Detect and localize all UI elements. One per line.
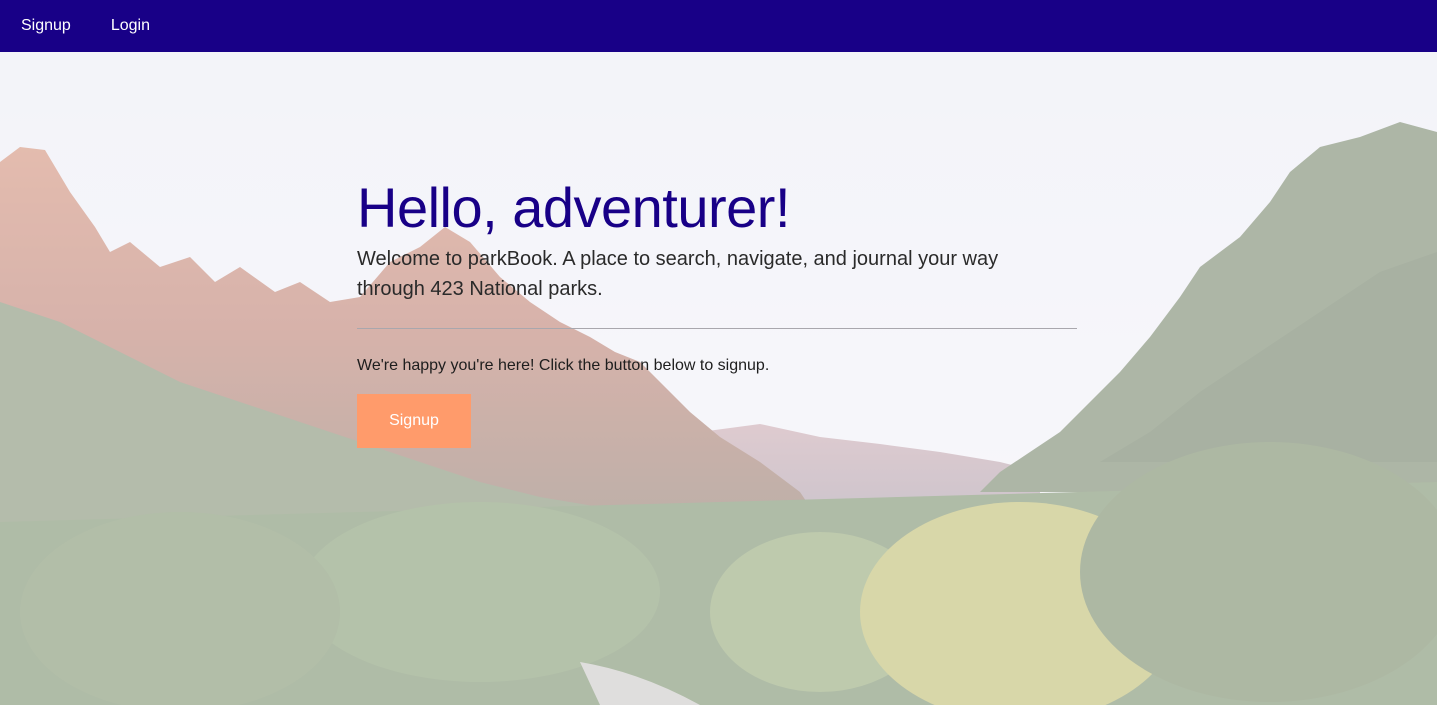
nav-link-login[interactable]: Login [111,17,150,35]
divider [357,328,1077,329]
signup-button[interactable]: Signup [357,394,471,448]
signup-prompt-text: We're happy you're here! Click the butto… [357,357,770,374]
welcome-jumbotron: Hello, adventurer! Welcome to parkBook. … [357,174,1077,448]
top-navbar: Signup Login [0,0,1437,52]
welcome-lead-text: Welcome to parkBook. A place to search, … [357,248,999,300]
page-title: Hello, adventurer! [357,176,791,239]
hero-section: Hello, adventurer! Welcome to parkBook. … [0,52,1437,705]
nav-link-signup[interactable]: Signup [21,17,71,35]
